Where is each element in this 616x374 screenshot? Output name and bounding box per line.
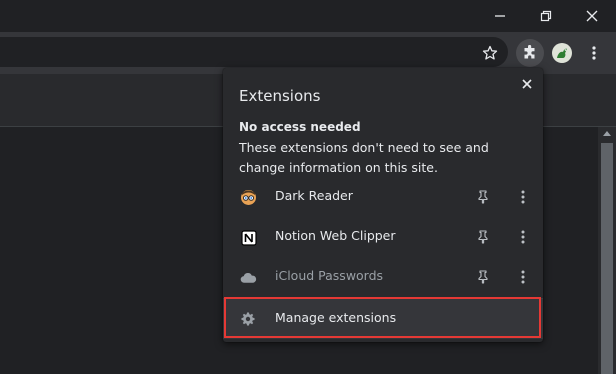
more-vert-icon	[592, 46, 596, 60]
more-vert-icon	[521, 190, 525, 204]
extension-name: Notion Web Clipper	[275, 228, 396, 243]
pin-button[interactable]	[475, 228, 491, 246]
extension-menu-button[interactable]	[515, 188, 531, 206]
pin-button[interactable]	[475, 268, 491, 286]
popup-title: Extensions	[239, 87, 321, 105]
extension-row-dark-reader[interactable]: Dark Reader	[223, 177, 543, 217]
window-titlebar	[0, 0, 616, 32]
pin-button[interactable]	[475, 188, 491, 206]
close-icon	[522, 79, 532, 89]
restore-icon	[540, 10, 552, 22]
minimize-button[interactable]	[477, 0, 523, 32]
puzzle-icon	[524, 45, 535, 59]
star-icon	[482, 45, 498, 60]
bookmark-button[interactable]	[476, 39, 504, 67]
extensions-button[interactable]	[516, 39, 544, 67]
extension-name: iCloud Passwords	[275, 268, 384, 283]
extension-menu-button[interactable]	[515, 268, 531, 286]
chrome-menu-button[interactable]	[580, 39, 608, 67]
profile-button[interactable]	[548, 39, 576, 67]
extension-row-icloud-passwords[interactable]: iCloud Passwords	[223, 257, 543, 297]
extension-row-notion-web-clipper[interactable]: Notion Web Clipper	[223, 217, 543, 257]
close-window-button[interactable]	[569, 0, 615, 32]
icloud-icon	[240, 269, 257, 286]
page-scrollbar[interactable]	[598, 127, 616, 374]
more-vert-icon	[521, 230, 525, 244]
scroll-thumb[interactable]	[601, 143, 613, 374]
address-bar[interactable]	[0, 37, 508, 67]
pin-icon	[478, 270, 488, 284]
close-icon	[586, 10, 598, 22]
more-vert-icon	[521, 270, 525, 284]
popup-close-button[interactable]	[517, 74, 537, 94]
pin-icon	[478, 230, 488, 244]
pin-icon	[478, 190, 488, 204]
extension-name: Dark Reader	[275, 188, 353, 203]
minimize-icon	[495, 15, 505, 17]
notion-icon	[240, 229, 257, 246]
section-heading: No access needed	[239, 120, 361, 134]
dark-reader-icon	[240, 189, 257, 206]
extension-menu-button[interactable]	[515, 228, 531, 246]
avatar-image	[557, 48, 567, 58]
highlight-annotation	[224, 297, 541, 338]
restore-button[interactable]	[523, 0, 569, 32]
avatar	[552, 43, 572, 63]
scroll-up-arrow-icon[interactable]	[603, 131, 611, 136]
section-description: These extensions don't need to see and c…	[239, 140, 489, 175]
